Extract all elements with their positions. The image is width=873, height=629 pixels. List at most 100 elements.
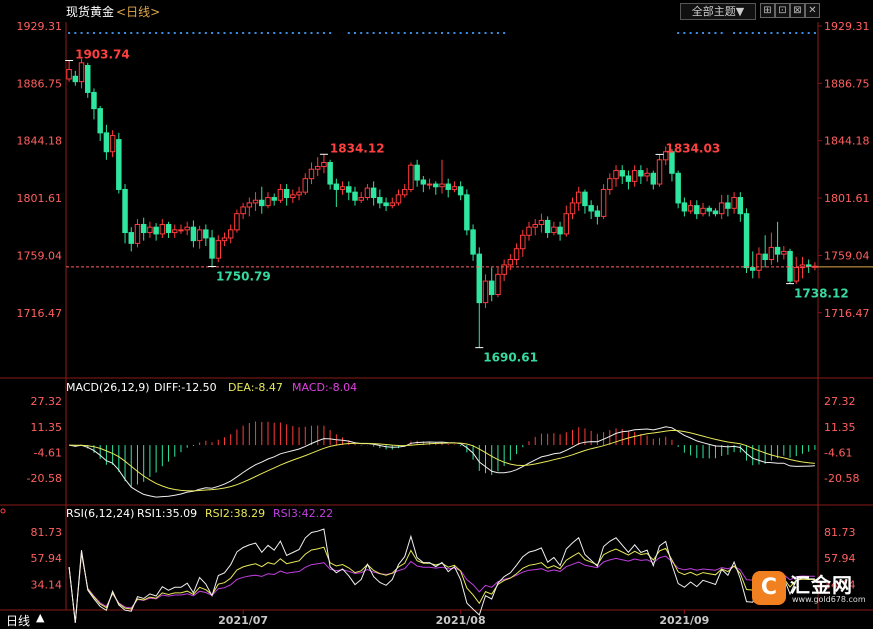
candle-body — [737, 197, 744, 215]
signal-dot — [807, 32, 810, 34]
signal-dot — [708, 32, 711, 34]
y-tick-label-right: 1801.61 — [824, 192, 870, 205]
rsi-title: RSI(6,12,24) — [66, 507, 134, 520]
grid-icon[interactable]: ⊞ — [760, 3, 775, 18]
candle-body — [246, 202, 253, 208]
timeframe-arrow-icon[interactable]: ▲ — [36, 611, 44, 624]
candle-body — [153, 226, 159, 235]
candle-body — [339, 186, 346, 190]
candle-body — [762, 253, 768, 261]
candle-body — [327, 162, 333, 185]
x-tick-label: 2021/09 — [659, 614, 709, 627]
candle-body — [774, 246, 781, 255]
signal-dot — [689, 32, 692, 34]
candle-body — [420, 179, 427, 185]
candle-body — [277, 188, 284, 201]
candle-body — [134, 223, 141, 244]
candle-body — [352, 191, 358, 201]
signal-dot — [739, 32, 742, 34]
candle-body — [308, 168, 315, 180]
candle-body — [700, 207, 706, 215]
candle-body — [544, 219, 551, 234]
signal-dot — [322, 32, 325, 34]
candle-body — [370, 187, 377, 199]
rsi-tick-label-right: 57.94 — [824, 552, 856, 565]
logo-text: 汇金网 — [790, 573, 853, 597]
candle-body — [252, 199, 259, 204]
signal-dot — [751, 32, 754, 34]
chart-canvas[interactable]: 1929.31 1929.311886.75 1886.751844.18 1844.… — [0, 0, 873, 628]
timeframe-switcher[interactable]: 日线 ▲ — [0, 610, 66, 628]
low-annotation: 1750.79 — [216, 270, 271, 284]
signal-dot — [266, 32, 269, 34]
chart-title: 现货黄金 <日线> — [66, 3, 160, 20]
candle-body — [358, 197, 364, 201]
rsi-tick-label-right: 81.73 — [824, 526, 856, 539]
candle-body — [563, 213, 570, 235]
candle-body — [594, 210, 601, 217]
signal-dot — [385, 32, 388, 34]
rsi2-line — [68, 546, 815, 623]
zoom-out-icon[interactable]: ⊠ — [790, 3, 805, 18]
candle-body — [631, 170, 638, 182]
candle-body — [787, 250, 793, 282]
candle-body — [377, 197, 383, 204]
candle-body — [781, 250, 787, 255]
signal-dot — [260, 32, 263, 34]
y-tick-label-left: 1716.47 — [17, 307, 63, 320]
candle-body — [215, 240, 222, 259]
period-tag[interactable]: <日线> — [116, 5, 160, 19]
top-toolbar: 现货黄金 <日线> 全部主题▼ ⊞ ⊡ ⊠ ✕ — [0, 0, 873, 22]
signal-dot — [273, 32, 276, 34]
candle-body — [557, 226, 563, 235]
logo-mark-icon: C — [752, 571, 786, 605]
rsi1-line — [68, 528, 815, 623]
timeframe-label[interactable]: 日线 — [6, 612, 30, 629]
dea-line — [69, 429, 815, 492]
candle-body — [66, 69, 72, 80]
candle-body — [178, 229, 184, 232]
signal-dot — [459, 32, 462, 34]
candle-body — [457, 186, 464, 196]
signal-dot — [242, 32, 245, 34]
macd-title: MACD(26,12,9) — [66, 381, 150, 394]
signal-dot — [217, 32, 220, 34]
candle-body — [445, 183, 451, 190]
signal-dot — [353, 32, 356, 34]
signal-dot — [179, 32, 182, 34]
signal-dot — [403, 32, 406, 34]
signal-dot — [391, 32, 394, 34]
high-annotation: 1834.12 — [330, 141, 385, 155]
signal-dot — [173, 32, 176, 34]
candle-body — [196, 229, 203, 242]
candle-body — [383, 202, 389, 207]
y-tick-label-right: 1759.04 — [824, 249, 870, 262]
zoom-in-icon[interactable]: ⊡ — [775, 3, 790, 18]
candle-body — [91, 91, 97, 110]
signal-dot — [117, 32, 120, 34]
candle-body — [805, 264, 812, 267]
high-annotation: 1834.03 — [666, 141, 721, 155]
candle-body — [72, 75, 79, 83]
candle-body — [333, 183, 340, 190]
candle-body — [389, 202, 396, 207]
theme-button[interactable]: 全部主题▼ — [680, 3, 756, 20]
candle-body — [731, 197, 737, 209]
candle-body — [209, 237, 215, 259]
candle-body — [116, 139, 122, 190]
candle-body — [271, 197, 277, 201]
close-icon[interactable]: ✕ — [805, 3, 820, 18]
candle-body — [600, 188, 607, 217]
logo-url: www.gold678.com — [792, 595, 866, 604]
candle-body — [78, 62, 85, 83]
candle-body — [451, 186, 458, 190]
signal-dot — [142, 32, 145, 34]
candle-body — [240, 206, 246, 215]
candle-body — [203, 229, 209, 239]
signal-dot — [124, 32, 127, 34]
candle-body — [283, 188, 290, 199]
candle-body — [128, 232, 134, 244]
signal-dot — [428, 32, 431, 34]
signal-dot — [695, 32, 698, 34]
signal-dot — [198, 32, 201, 34]
